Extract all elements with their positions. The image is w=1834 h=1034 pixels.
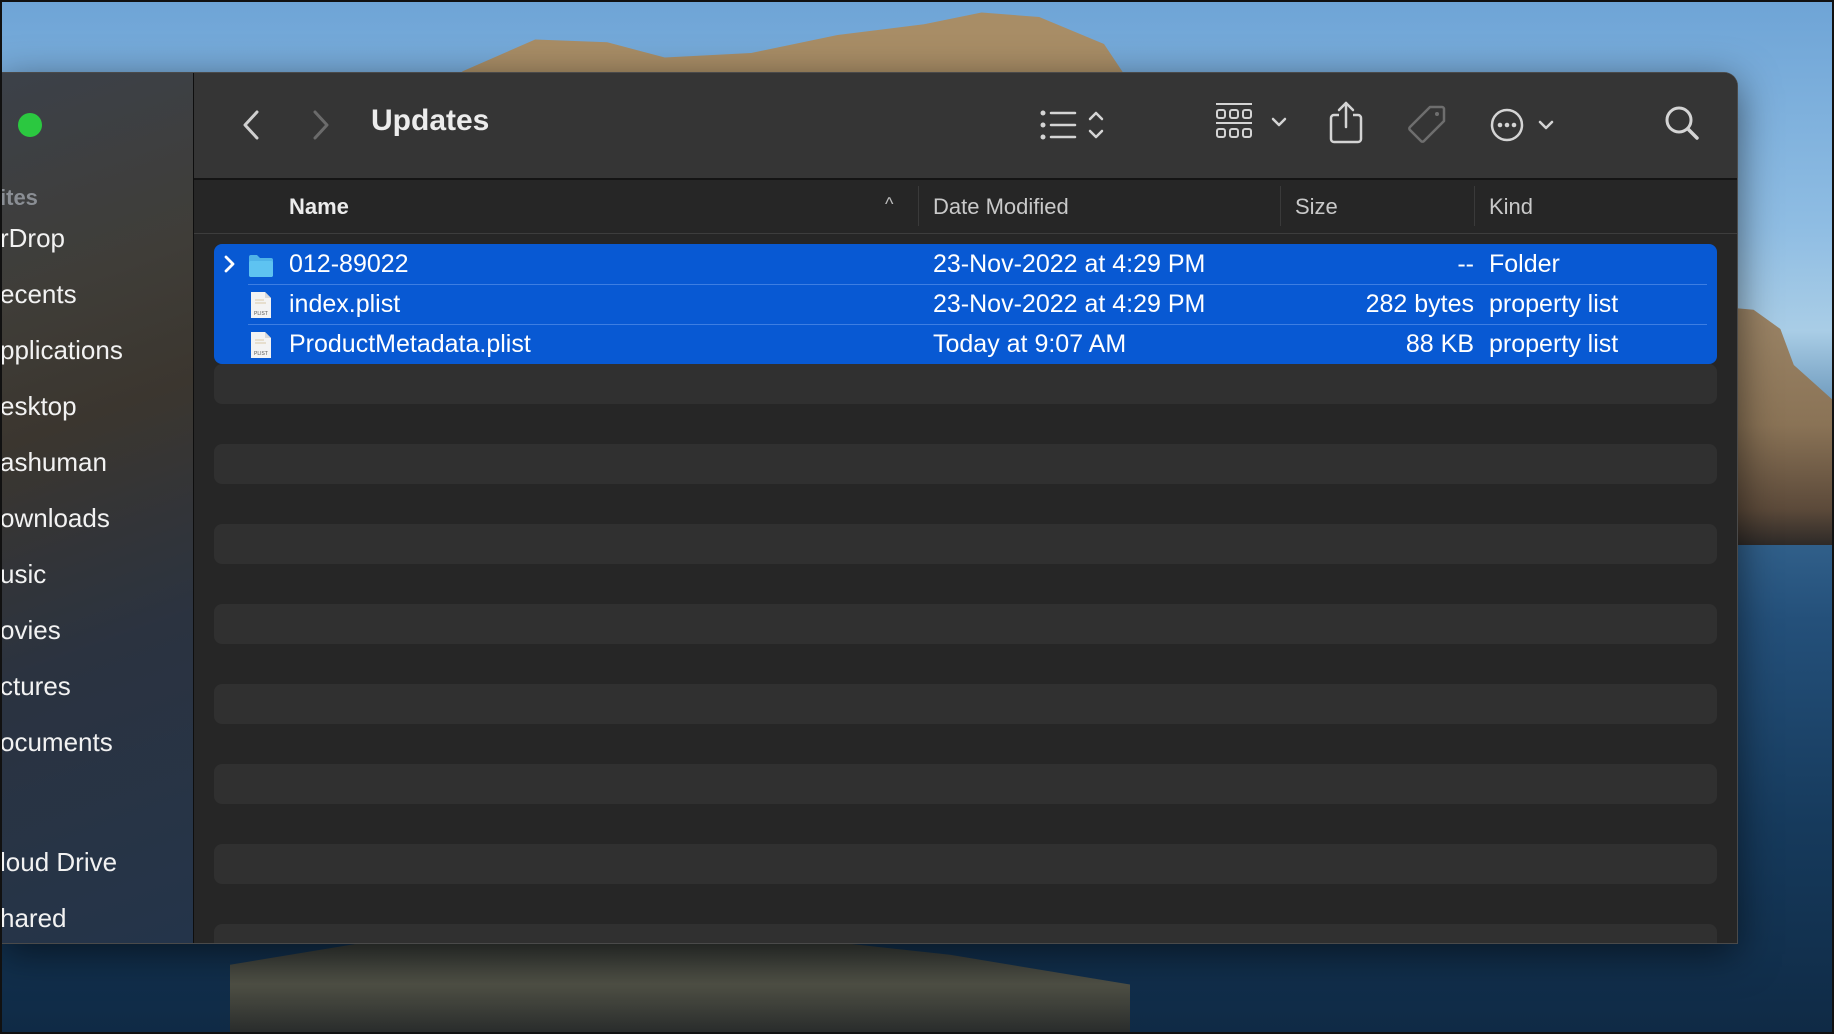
svg-text:PLIST: PLIST	[254, 311, 268, 317]
column-header-name[interactable]: Name	[289, 194, 349, 220]
file-name: ProductMetadata.plist	[289, 330, 531, 358]
wallpaper-rocks	[230, 935, 1130, 1034]
list-view-icon	[1040, 110, 1104, 140]
sidebar: ites rDrop ecents pplications esktop ash…	[0, 73, 194, 943]
empty-row-stripe	[214, 844, 1717, 884]
file-row[interactable]: 012-89022 23-Nov-2022 at 4:29 PM -- Fold…	[214, 244, 1717, 284]
more-actions-button[interactable]	[1490, 105, 1562, 145]
column-divider[interactable]	[918, 186, 919, 226]
file-date-modified: Today at 9:07 AM	[933, 330, 1127, 358]
folder-icon	[249, 255, 273, 277]
toolbar: Updates	[194, 73, 1737, 180]
file-kind: property list	[1489, 330, 1619, 358]
chevron-down-icon	[1271, 117, 1287, 127]
row-separator	[248, 284, 1707, 285]
file-size: 88 KB	[1405, 330, 1474, 358]
forward-button[interactable]	[306, 105, 336, 145]
empty-row-stripe	[214, 444, 1717, 484]
sidebar-item-home[interactable]: ashuman	[0, 447, 107, 478]
tag-button[interactable]	[1406, 103, 1448, 145]
file-size: --	[1457, 250, 1474, 278]
file-size: 282 bytes	[1365, 290, 1474, 318]
column-header-kind[interactable]: Kind	[1489, 194, 1533, 220]
window-title: Updates	[371, 104, 490, 137]
file-row[interactable]: PLIST index.plist 23-Nov-2022 at 4:29 PM…	[214, 284, 1717, 324]
column-header-date-modified[interactable]: Date Modified	[933, 194, 1069, 220]
empty-row-stripe	[214, 604, 1717, 644]
sidebar-item-music[interactable]: usic	[0, 559, 46, 590]
file-kind: property list	[1489, 290, 1619, 318]
file-row[interactable]: PLIST ProductMetadata.plist Today at 9:0…	[214, 324, 1717, 364]
empty-row-stripe	[214, 364, 1717, 404]
sidebar-item-movies[interactable]: ovies	[0, 615, 61, 646]
column-divider[interactable]	[1474, 186, 1475, 226]
search-icon	[1665, 106, 1699, 140]
sidebar-item-applications[interactable]: pplications	[0, 335, 123, 366]
disclosure-chevron-icon[interactable]	[222, 252, 238, 276]
group-button[interactable]	[1214, 101, 1290, 145]
file-name: 012-89022	[289, 250, 409, 278]
file-name: index.plist	[289, 290, 401, 318]
empty-row-stripe	[214, 524, 1717, 564]
sidebar-item-desktop[interactable]: esktop	[0, 391, 77, 422]
empty-row-stripe	[214, 764, 1717, 804]
view-options-button[interactable]	[1039, 105, 1119, 145]
plist-file-icon: PLIST	[251, 332, 271, 358]
ellipsis-circle-icon	[1490, 108, 1554, 142]
finder-window: ites rDrop ecents pplications esktop ash…	[0, 72, 1738, 944]
sidebar-section-favorites: ites	[0, 185, 38, 210]
main-pane: Updates Name ^ Date Modified Size Kind 0…	[194, 73, 1737, 943]
chevron-right-icon	[313, 110, 329, 140]
column-header-size[interactable]: Size	[1295, 194, 1338, 220]
sidebar-item-pictures[interactable]: ctures	[0, 671, 71, 702]
file-kind: Folder	[1489, 250, 1560, 278]
grid-group-icon	[1216, 103, 1287, 138]
sidebar-item-downloads[interactable]: ownloads	[0, 503, 110, 534]
column-header: Name ^ Date Modified Size Kind	[194, 180, 1737, 234]
search-button[interactable]	[1662, 103, 1702, 145]
plist-file-icon: PLIST	[251, 292, 271, 318]
svg-text:PLIST: PLIST	[254, 351, 268, 357]
share-button[interactable]	[1328, 99, 1364, 145]
file-date-modified: 23-Nov-2022 at 4:29 PM	[933, 250, 1206, 278]
zoom-window-button[interactable]	[18, 113, 42, 137]
back-button[interactable]	[236, 105, 266, 145]
column-divider[interactable]	[1280, 186, 1281, 226]
sort-ascending-indicator: ^	[885, 194, 894, 214]
sidebar-item-airdrop[interactable]: rDrop	[0, 223, 65, 254]
file-date-modified: 23-Nov-2022 at 4:29 PM	[933, 290, 1206, 318]
chevron-left-icon	[243, 110, 259, 140]
sidebar-item-recents[interactable]: ecents	[0, 279, 77, 310]
sidebar-item-icloud-drive[interactable]: loud Drive	[0, 847, 117, 878]
share-icon	[1329, 101, 1363, 144]
empty-row-stripe	[214, 924, 1717, 943]
sidebar-item-documents[interactable]: ocuments	[0, 727, 113, 758]
row-separator	[248, 324, 1707, 325]
tag-icon	[1408, 105, 1446, 143]
empty-row-stripe	[214, 684, 1717, 724]
sidebar-item-shared[interactable]: hared	[0, 903, 67, 934]
